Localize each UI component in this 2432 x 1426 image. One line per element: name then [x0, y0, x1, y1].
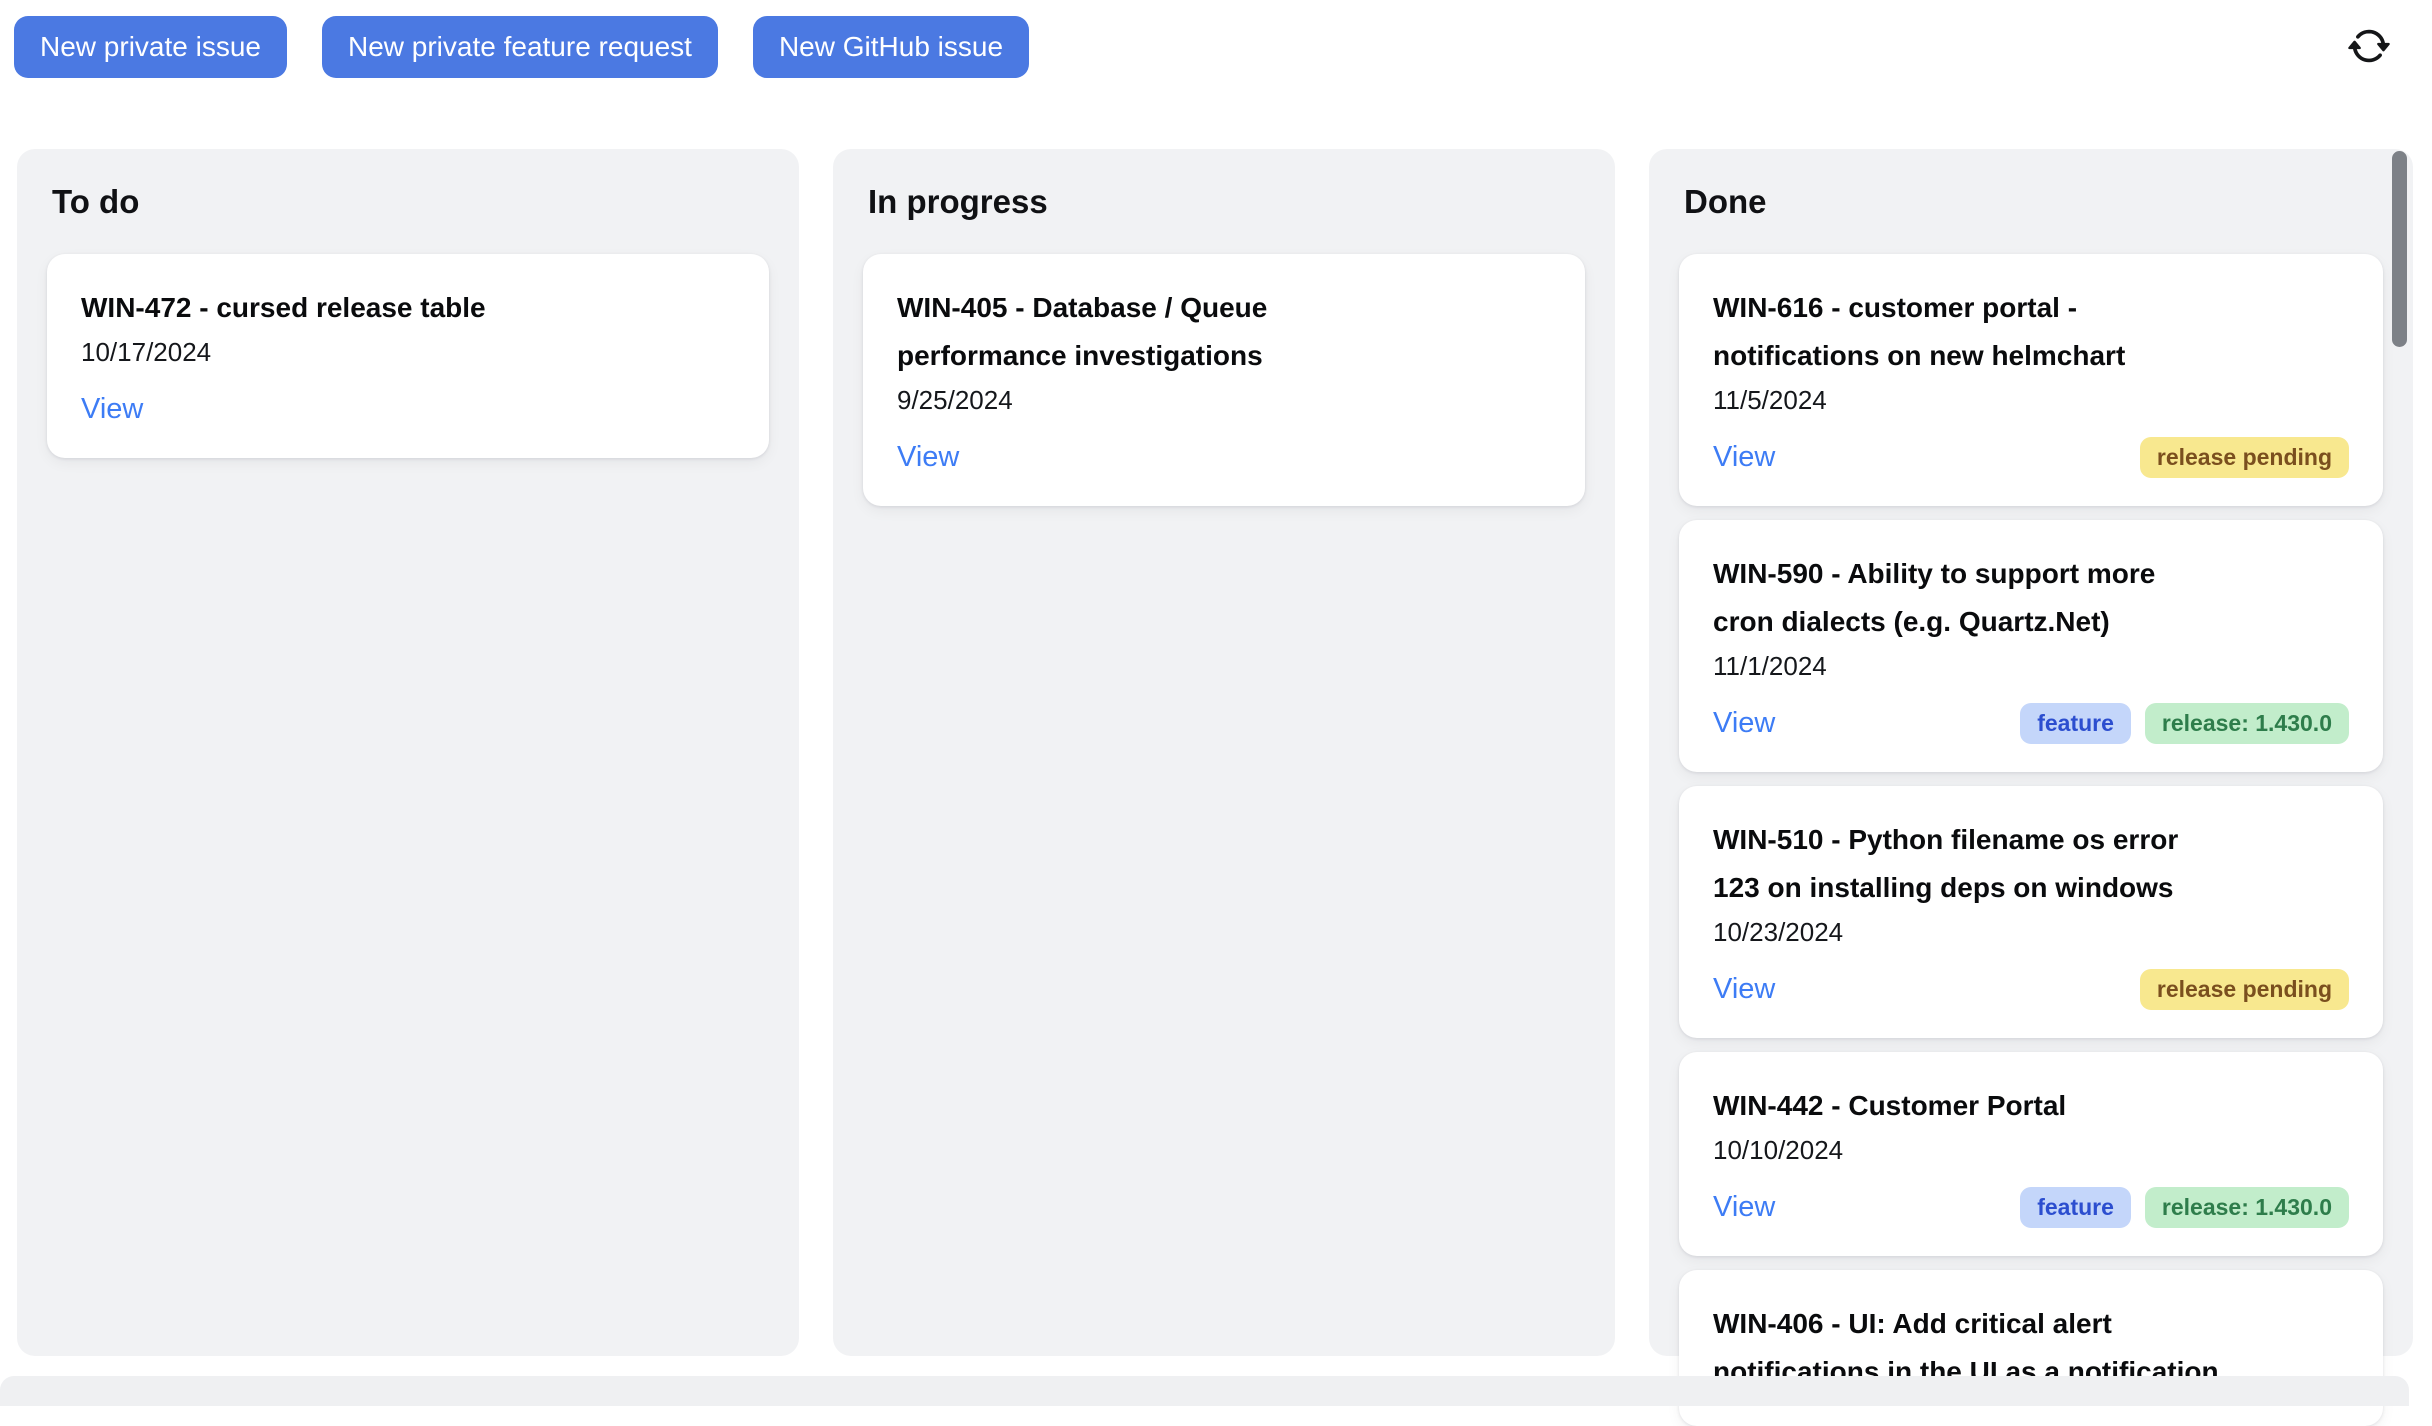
card-list: WIN-405 - Database / Queue performance i… [863, 254, 1585, 506]
issue-footer: View [81, 388, 735, 430]
issue-title: WIN-616 - customer portal - notification… [1713, 284, 2349, 380]
column-title: In progress [868, 181, 1585, 223]
badge-green: release: 1.430.0 [2145, 1187, 2349, 1228]
issue-date: 10/23/2024 [1713, 914, 2349, 950]
issue-footer: View release pending [1713, 436, 2349, 478]
column-done: Done WIN-616 - customer portal - notific… [1649, 149, 2413, 1356]
issue-title: WIN-405 - Database / Queue performance i… [897, 284, 1551, 380]
new-private-feature-request-button[interactable]: New private feature request [322, 16, 718, 78]
issue-title: WIN-510 - Python filename os error 123 o… [1713, 816, 2349, 912]
issue-footer: View release pending [1713, 968, 2349, 1010]
issue-card: WIN-442 - Customer Portal 10/10/2024 Vie… [1679, 1052, 2383, 1256]
new-private-issue-button[interactable]: New private issue [14, 16, 287, 78]
badge-list: release pending [2140, 437, 2349, 478]
card-list: WIN-616 - customer portal - notification… [1679, 254, 2383, 1426]
column-todo: To do WIN-472 - cursed release table 10/… [17, 149, 799, 1356]
issue-title: WIN-472 - cursed release table [81, 284, 735, 332]
issue-title: WIN-590 - Ability to support more cron d… [1713, 550, 2349, 646]
badge-list: release pending [2140, 969, 2349, 1010]
column-in-progress: In progress WIN-405 - Database / Queue p… [833, 149, 1615, 1356]
issue-footer: View [897, 436, 1551, 478]
view-link[interactable]: View [1713, 702, 1775, 744]
badge-yellow: release pending [2140, 437, 2349, 478]
issue-card: WIN-405 - Database / Queue performance i… [863, 254, 1585, 506]
refresh-button[interactable] [2346, 24, 2392, 70]
kanban-board: To do WIN-472 - cursed release table 10/… [17, 149, 2413, 1356]
view-link[interactable]: View [1713, 968, 1775, 1010]
view-link[interactable]: View [1713, 436, 1775, 478]
column-title: Done [1684, 181, 2383, 223]
badge-blue: feature [2020, 1187, 2131, 1228]
badge-list: feature release: 1.430.0 [2020, 1187, 2349, 1228]
badge-blue: feature [2020, 703, 2131, 744]
issue-date: 10/10/2024 [1713, 1132, 2349, 1168]
issue-date: 11/1/2024 [1713, 648, 2349, 684]
refresh-icon [2348, 25, 2390, 70]
issue-title: WIN-442 - Customer Portal [1713, 1082, 2349, 1130]
issue-date: 11/5/2024 [1713, 382, 2349, 418]
issue-card: WIN-616 - customer portal - notification… [1679, 254, 2383, 506]
issue-footer: View feature release: 1.430.0 [1713, 702, 2349, 744]
issue-date: 9/25/2024 [897, 382, 1551, 418]
issue-card: WIN-510 - Python filename os error 123 o… [1679, 786, 2383, 1038]
card-list: WIN-472 - cursed release table 10/17/202… [47, 254, 769, 458]
view-link[interactable]: View [897, 436, 959, 478]
new-github-issue-button[interactable]: New GitHub issue [753, 16, 1029, 78]
view-link[interactable]: View [81, 388, 143, 430]
issue-card: WIN-472 - cursed release table 10/17/202… [47, 254, 769, 458]
scrollbar-thumb[interactable] [2392, 151, 2407, 347]
badge-list: feature release: 1.430.0 [2020, 703, 2349, 744]
column-title: To do [52, 181, 769, 223]
bottom-panel-edge [0, 1376, 2409, 1406]
issue-footer: View feature release: 1.430.0 [1713, 1186, 2349, 1228]
issue-date: 10/17/2024 [81, 334, 735, 370]
toolbar: New private issue New private feature re… [14, 16, 1029, 78]
issue-card: WIN-590 - Ability to support more cron d… [1679, 520, 2383, 772]
view-link[interactable]: View [1713, 1186, 1775, 1228]
badge-green: release: 1.430.0 [2145, 703, 2349, 744]
badge-yellow: release pending [2140, 969, 2349, 1010]
